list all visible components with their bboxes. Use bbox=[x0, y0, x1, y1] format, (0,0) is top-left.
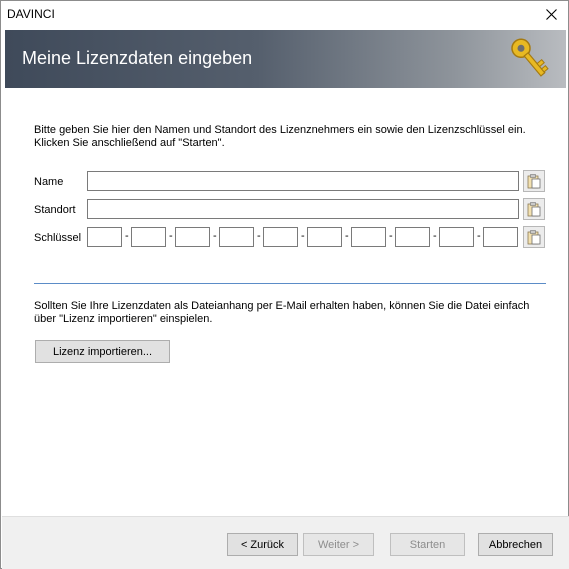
key-segment-3[interactable] bbox=[175, 227, 210, 247]
name-field[interactable] bbox=[87, 171, 519, 191]
key-segment-6[interactable] bbox=[307, 227, 342, 247]
key-segment-7[interactable] bbox=[351, 227, 386, 247]
intro-line-2: Klicken Sie anschließend auf "Starten". bbox=[34, 137, 225, 149]
close-icon bbox=[545, 9, 557, 20]
page-heading: Meine Lizenzdaten eingeben bbox=[22, 48, 253, 68]
paste-location-button[interactable] bbox=[523, 198, 545, 220]
name-label: Name bbox=[34, 176, 64, 188]
key-label: Schlüssel bbox=[34, 232, 82, 244]
start-button[interactable]: Starten bbox=[390, 533, 465, 556]
license-dialog: DAVINCI Meine Lizenzdaten eingeben Bitte… bbox=[0, 0, 569, 569]
import-hint-line-1: Sollten Sie Ihre Lizenzdaten als Dateian… bbox=[34, 300, 530, 312]
paste-name-button[interactable] bbox=[523, 170, 545, 192]
key-separator: - bbox=[257, 230, 261, 242]
key-segment-10[interactable] bbox=[483, 227, 518, 247]
cancel-button[interactable]: Abbrechen bbox=[478, 533, 553, 556]
key-segment-2[interactable] bbox=[131, 227, 166, 247]
key-icon bbox=[511, 38, 549, 77]
key-segment-5[interactable] bbox=[263, 227, 298, 247]
key-separator: - bbox=[125, 230, 129, 242]
key-separator: - bbox=[345, 230, 349, 242]
section-divider bbox=[34, 283, 546, 284]
paste-icon bbox=[527, 230, 541, 245]
key-separator: - bbox=[169, 230, 173, 242]
import-hint-line-2: über "Lizenz importieren" einspielen. bbox=[34, 313, 213, 325]
key-separator: - bbox=[477, 230, 481, 242]
key-separator: - bbox=[389, 230, 393, 242]
intro-text: Bitte geben Sie hier den Namen und Stand… bbox=[34, 124, 534, 150]
title-bar: DAVINCI bbox=[1, 1, 568, 28]
paste-icon bbox=[527, 202, 541, 217]
import-hint: Sollten Sie Ihre Lizenzdaten als Dateian… bbox=[34, 300, 534, 326]
key-separator: - bbox=[301, 230, 305, 242]
header-banner: Meine Lizenzdaten eingeben bbox=[5, 30, 566, 88]
next-button[interactable]: Weiter > bbox=[303, 533, 374, 556]
window-title: DAVINCI bbox=[7, 7, 55, 21]
key-separator: - bbox=[213, 230, 217, 242]
intro-line-1: Bitte geben Sie hier den Namen und Stand… bbox=[34, 124, 526, 136]
import-license-button[interactable]: Lizenz importieren... bbox=[35, 340, 170, 363]
key-segment-9[interactable] bbox=[439, 227, 474, 247]
paste-key-button[interactable] bbox=[523, 226, 545, 248]
key-segment-1[interactable] bbox=[87, 227, 122, 247]
key-segment-8[interactable] bbox=[395, 227, 430, 247]
close-button[interactable] bbox=[534, 1, 568, 28]
key-segment-4[interactable] bbox=[219, 227, 254, 247]
key-separator: - bbox=[433, 230, 437, 242]
paste-icon bbox=[527, 174, 541, 189]
back-button[interactable]: < Zurück bbox=[227, 533, 298, 556]
location-label: Standort bbox=[34, 204, 76, 216]
location-field[interactable] bbox=[87, 199, 519, 219]
